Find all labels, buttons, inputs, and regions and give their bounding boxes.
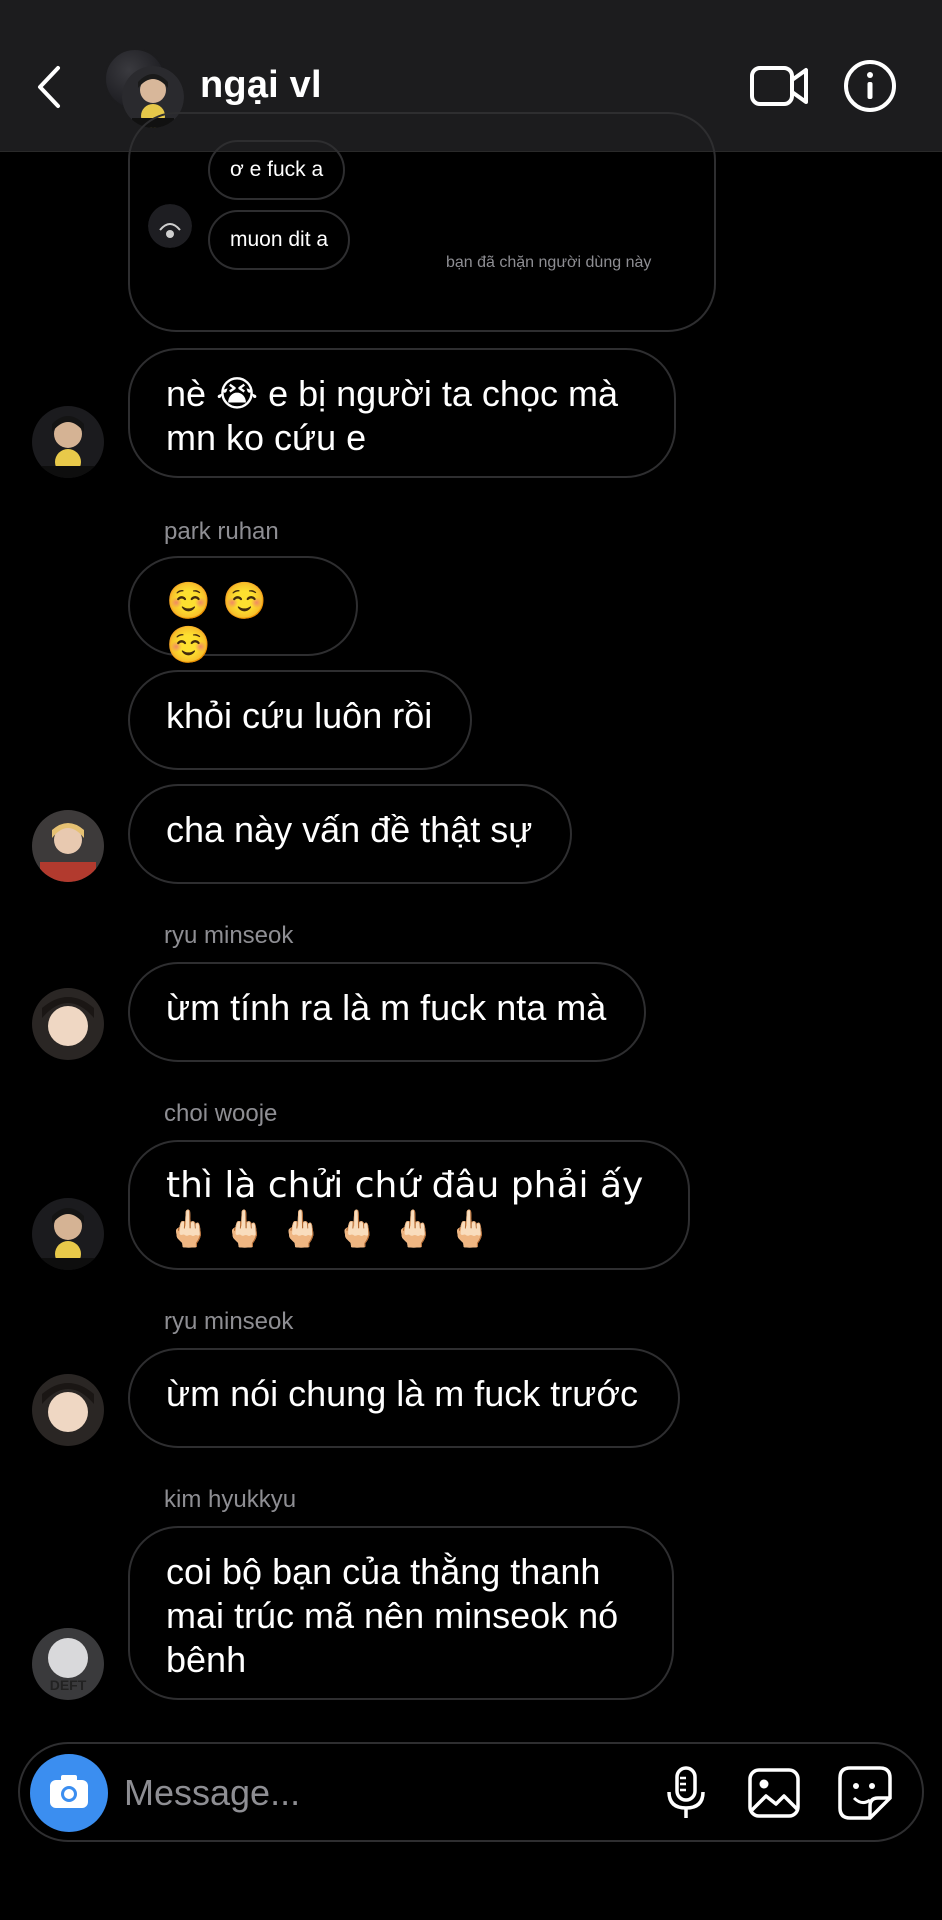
quoted-message: ơ e fuck a — [208, 140, 346, 200]
message-bubble[interactable]: ừm nói chung là m fuck trước — [128, 1348, 680, 1448]
camera-icon — [50, 1775, 88, 1808]
message-text: thì là chửi chứ đâu phải ấy 🖕🏻 🖕🏻 🖕🏻 🖕🏻 … — [166, 1165, 644, 1250]
avatar[interactable] — [32, 988, 104, 1060]
microphone-icon — [667, 1766, 705, 1818]
avatar[interactable] — [32, 1374, 104, 1446]
video-call-button[interactable] — [748, 58, 812, 114]
quoted-message: muon dit a — [208, 210, 351, 270]
info-button[interactable] — [842, 58, 898, 114]
contact-name[interactable]: ngại vl — [200, 64, 322, 107]
info-icon — [844, 60, 896, 112]
back-button[interactable] — [28, 56, 74, 118]
sender-name: ryu minseok — [164, 922, 294, 949]
avatar — [148, 204, 192, 248]
sender-name: choi wooje — [164, 1100, 278, 1127]
sender-name: kim hyukkyu — [164, 1486, 297, 1513]
back-chevron-icon — [38, 66, 60, 108]
blocked-user-note: bạn đã chặn người dùng này — [446, 254, 652, 271]
microphone-button[interactable] — [656, 1762, 716, 1824]
sticker-icon — [838, 1766, 892, 1820]
message-bubble[interactable]: ừm tính ra là m fuck nta mà — [128, 962, 646, 1062]
avatar[interactable] — [32, 406, 104, 478]
message-text: nè 😭 e bị người ta chọc mà mn ko cứu e — [166, 373, 618, 458]
message-thread[interactable]: ơ e fuck a muon dit a bạn đã chặn người … — [0, 112, 942, 1722]
message-bubble[interactable]: thì là chửi chứ đâu phải ấy 🖕🏻 🖕🏻 🖕🏻 🖕🏻 … — [128, 1140, 690, 1270]
message-bubble[interactable]: ☺️ ☺️ ☺️ — [128, 556, 358, 666]
avatar[interactable] — [32, 1198, 104, 1270]
sender-name: park ruhan — [164, 518, 279, 545]
sender-name: ryu minseok — [164, 1308, 294, 1335]
message-text: ừm nói chung là m fuck trước — [166, 1373, 638, 1414]
svg-text:DEFT: DEFT — [50, 1677, 87, 1693]
message-input[interactable] — [124, 1768, 544, 1818]
shared-conversation-card[interactable]: ơ e fuck a muon dit a bạn đã chặn người … — [128, 112, 716, 332]
message-text: ừm tính ra là m fuck nta mà — [166, 987, 607, 1028]
camera-button[interactable] — [30, 1754, 108, 1832]
avatar[interactable] — [32, 810, 104, 882]
message-bubble[interactable]: khỏi cứu luôn rồi — [128, 670, 472, 770]
message-text: cha này vấn đề thật sự — [166, 809, 533, 850]
message-bubble[interactable]: nè 😭 e bị người ta chọc mà mn ko cứu e — [128, 348, 676, 478]
avatar[interactable]: DEFT — [32, 1628, 104, 1700]
sticker-button[interactable] — [834, 1762, 896, 1824]
gallery-icon — [748, 1768, 800, 1818]
message-text: ☺️ ☺️ ☺️ — [166, 581, 268, 666]
message-bubble[interactable]: coi bộ bạn của thằng thanh mai trúc mã n… — [128, 1526, 674, 1700]
message-bubble[interactable]: cha này vấn đề thật sự — [128, 784, 572, 884]
gallery-button[interactable] — [744, 1762, 804, 1824]
message-text: coi bộ bạn của thằng thanh mai trúc mã n… — [166, 1551, 619, 1680]
message-composer — [18, 1742, 924, 1842]
message-text: khỏi cứu luôn rồi — [166, 695, 433, 736]
video-camera-icon — [750, 66, 808, 106]
